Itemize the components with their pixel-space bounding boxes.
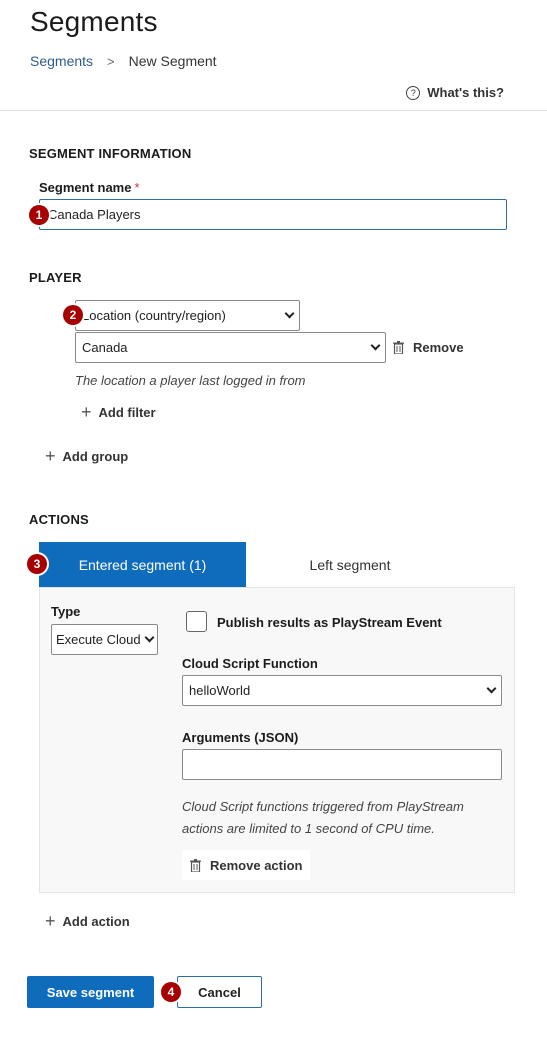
cloud-script-function-label: Cloud Script Function <box>182 656 318 671</box>
add-action-button[interactable]: + Add action <box>45 912 130 930</box>
section-title-segment-information: SEGMENT INFORMATION <box>29 146 192 161</box>
save-segment-button[interactable]: Save segment <box>27 976 154 1008</box>
cpu-limit-note: Cloud Script functions triggered from Pl… <box>182 799 464 836</box>
chevron-right-icon: > <box>107 53 115 69</box>
remove-action-label: Remove action <box>210 857 303 873</box>
segment-name-label: Segment name * <box>39 180 140 195</box>
page-title: Segments <box>30 6 158 37</box>
header-divider <box>0 110 547 111</box>
breadcrumb-current: New Segment <box>128 53 217 69</box>
section-title-player: PLAYER <box>29 270 82 285</box>
filter-value-select[interactable]: Canada <box>75 332 386 363</box>
step-badge-4: 4 <box>161 982 181 1002</box>
chevron-down-icon <box>144 632 155 643</box>
action-type-value: Execute Cloud Script <box>56 632 144 647</box>
plus-icon: + <box>45 446 56 466</box>
publish-results-checkbox[interactable] <box>186 611 207 632</box>
plus-icon: + <box>81 402 92 422</box>
publish-results-label: Publish results as PlayStream Event <box>217 615 442 630</box>
segment-name-label-text: Segment name <box>39 180 132 195</box>
action-type-select[interactable]: Execute Cloud Script <box>51 624 158 655</box>
remove-filter-label: Remove <box>413 340 464 355</box>
step-badge-3: 3 <box>27 554 47 574</box>
chevron-down-icon <box>284 308 295 319</box>
chevron-down-icon <box>486 683 497 694</box>
add-action-label: Add action <box>62 913 130 929</box>
cloud-script-function-value: helloWorld <box>189 683 251 698</box>
whats-this-label: What's this? <box>427 85 504 100</box>
step-badge-1: 1 <box>29 205 49 225</box>
plus-icon: + <box>45 911 56 931</box>
breadcrumb: Segments > New Segment <box>30 53 217 69</box>
tab-entered-segment[interactable]: Entered segment (1) <box>39 542 246 587</box>
filter-type-value: Location (country/region) <box>82 308 226 323</box>
required-marker: * <box>134 180 140 195</box>
breadcrumb-segments-link[interactable]: Segments <box>30 53 93 69</box>
add-filter-button[interactable]: + Add filter <box>81 403 156 421</box>
type-label: Type <box>51 604 81 619</box>
filter-helper-text: The location a player last logged in fro… <box>75 373 306 388</box>
section-title-actions: ACTIONS <box>29 512 89 527</box>
add-group-label: Add group <box>62 448 129 464</box>
tab-left-segment[interactable]: Left segment <box>246 542 454 587</box>
step-badge-2: 2 <box>63 305 83 325</box>
question-circle-icon: ? <box>406 85 421 100</box>
segment-name-input[interactable]: Canada Players <box>39 199 507 230</box>
chevron-down-icon <box>370 340 381 351</box>
trash-icon <box>393 341 404 354</box>
cloud-script-function-select[interactable]: helloWorld <box>182 675 502 706</box>
remove-filter-button[interactable]: Remove <box>393 340 464 355</box>
whats-this-link[interactable]: ? What's this? <box>406 85 504 100</box>
remove-action-button[interactable]: Remove action <box>182 850 311 880</box>
add-filter-label: Add filter <box>98 404 156 420</box>
cancel-button[interactable]: Cancel <box>177 976 262 1008</box>
segment-name-value: Canada Players <box>48 207 141 222</box>
arguments-label: Arguments (JSON) <box>182 730 299 745</box>
arguments-input[interactable] <box>182 749 502 780</box>
add-group-button[interactable]: + Add group <box>45 447 128 465</box>
filter-type-select[interactable]: Location (country/region) <box>75 300 300 331</box>
trash-icon <box>190 858 201 872</box>
filter-value-text: Canada <box>82 340 128 355</box>
